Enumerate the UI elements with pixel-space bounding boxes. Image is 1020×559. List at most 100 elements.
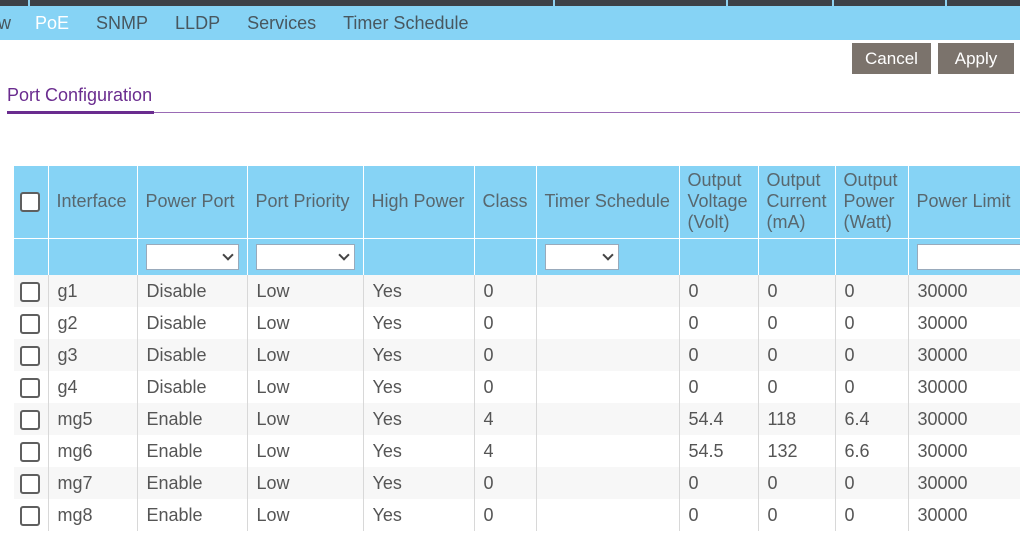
row-checkbox[interactable] — [20, 281, 40, 302]
header-high-power[interactable]: High Power — [363, 166, 475, 238]
row-checkbox[interactable] — [20, 345, 40, 366]
table-row[interactable]: mg8 Enable Low Yes 0 0 0 0 30000 — [14, 499, 1020, 531]
cell-high-power: Yes — [363, 307, 475, 339]
filter-cell — [908, 237, 1020, 275]
cell-timer-schedule — [536, 275, 680, 307]
filter-cell — [758, 237, 836, 275]
power-port-filter-select[interactable] — [145, 243, 239, 270]
port-config-table: Interface Power Port Port Priority High … — [14, 166, 1020, 531]
cell-output-current: 118 — [758, 403, 836, 435]
table-row[interactable]: g2 Disable Low Yes 0 0 0 0 30000 — [14, 307, 1020, 339]
cell-high-power: Yes — [363, 435, 475, 467]
cell-class: 0 — [474, 499, 537, 531]
nav-item-lldp[interactable]: LLDP — [175, 13, 220, 34]
cell-output-current: 132 — [758, 435, 836, 467]
cell-port-priority: Low — [247, 435, 364, 467]
row-select-cell — [14, 339, 49, 371]
cell-power-limit: 30000 — [908, 403, 1020, 435]
cell-power-port: Enable — [137, 403, 248, 435]
chevron-down-icon — [601, 249, 614, 261]
cell-power-limit: 30000 — [908, 435, 1020, 467]
table-row[interactable]: g1 Disable Low Yes 0 0 0 0 30000 — [14, 275, 1020, 307]
section-title: Port Configuration — [7, 85, 153, 105]
filter-cell — [679, 237, 759, 275]
row-select-cell — [14, 371, 49, 403]
cell-output-power: 0 — [835, 371, 909, 403]
timer-schedule-filter-select[interactable] — [544, 243, 619, 270]
cell-output-current: 0 — [758, 307, 836, 339]
cell-output-power: 0 — [835, 339, 909, 371]
cell-output-voltage: 0 — [679, 467, 759, 499]
nav-item-poe[interactable]: PoE — [35, 13, 69, 34]
cell-output-power: 0 — [835, 307, 909, 339]
header-output-power[interactable]: Output Power (Watt) — [835, 166, 909, 238]
cell-high-power: Yes — [363, 403, 475, 435]
header-output-voltage[interactable]: Output Voltage (Volt) — [679, 166, 759, 238]
cell-high-power: Yes — [363, 275, 475, 307]
filter-cell — [137, 237, 248, 275]
nav-item-snmp[interactable]: SNMP — [96, 13, 148, 34]
cell-power-port: Enable — [137, 435, 248, 467]
row-select-cell — [14, 435, 49, 467]
filter-row — [14, 237, 1020, 275]
cell-port-priority: Low — [247, 275, 364, 307]
row-checkbox[interactable] — [20, 409, 40, 430]
filter-cell — [14, 237, 49, 275]
header-power-port[interactable]: Power Port — [137, 166, 248, 238]
cell-output-power: 6.4 — [835, 403, 909, 435]
cell-interface: g3 — [48, 339, 138, 371]
apply-button[interactable]: Apply — [938, 43, 1014, 74]
table-row[interactable]: g4 Disable Low Yes 0 0 0 0 30000 — [14, 371, 1020, 403]
power-limit-filter-input[interactable] — [916, 243, 1020, 270]
cell-power-port: Enable — [137, 499, 248, 531]
table-row[interactable]: mg7 Enable Low Yes 0 0 0 0 30000 — [14, 467, 1020, 499]
cell-class: 0 — [474, 307, 537, 339]
cell-high-power: Yes — [363, 467, 475, 499]
table-row[interactable]: mg5 Enable Low Yes 4 54.4 118 6.4 30000 — [14, 403, 1020, 435]
cell-timer-schedule — [536, 499, 680, 531]
header-power-limit[interactable]: Power Limit — [908, 166, 1020, 238]
cell-interface: mg7 — [48, 467, 138, 499]
section-title-underline — [7, 111, 154, 114]
cell-output-power: 0 — [835, 467, 909, 499]
cell-output-voltage: 0 — [679, 275, 759, 307]
cell-power-port: Disable — [137, 275, 248, 307]
row-checkbox[interactable] — [20, 473, 40, 494]
row-checkbox[interactable] — [20, 313, 40, 334]
cell-output-power: 6.6 — [835, 435, 909, 467]
row-checkbox[interactable] — [20, 505, 40, 526]
cell-class: 0 — [474, 275, 537, 307]
nav-item-partial[interactable]: w — [0, 13, 11, 34]
select-all-header — [14, 166, 49, 238]
row-checkbox[interactable] — [20, 441, 40, 462]
header-class[interactable]: Class — [474, 166, 537, 238]
header-interface[interactable]: Interface — [48, 166, 138, 238]
cell-port-priority: Low — [247, 403, 364, 435]
cancel-button[interactable]: Cancel — [852, 43, 931, 74]
cell-port-priority: Low — [247, 339, 364, 371]
table-row[interactable]: g3 Disable Low Yes 0 0 0 0 30000 — [14, 339, 1020, 371]
cell-power-limit: 30000 — [908, 371, 1020, 403]
port-priority-filter-select[interactable] — [255, 243, 355, 270]
table-row[interactable]: mg6 Enable Low Yes 4 54.5 132 6.6 30000 — [14, 435, 1020, 467]
cell-power-port: Disable — [137, 371, 248, 403]
header-timer-schedule[interactable]: Timer Schedule — [536, 166, 680, 238]
cell-output-voltage: 0 — [679, 339, 759, 371]
cell-class: 0 — [474, 371, 537, 403]
header-output-current[interactable]: Output Current (mA) — [758, 166, 836, 238]
table-body: g1 Disable Low Yes 0 0 0 0 30000 g2 Disable Low Yes 0… — [14, 275, 1020, 531]
cell-output-current: 0 — [758, 467, 836, 499]
cell-high-power: Yes — [363, 499, 475, 531]
cell-timer-schedule — [536, 435, 680, 467]
nav-item-services[interactable]: Services — [247, 13, 316, 34]
nav-item-timer-schedule[interactable]: Timer Schedule — [343, 13, 468, 34]
section-divider — [7, 112, 1020, 113]
cell-port-priority: Low — [247, 307, 364, 339]
select-all-checkbox[interactable] — [20, 192, 40, 213]
cell-output-power: 0 — [835, 275, 909, 307]
cell-power-limit: 30000 — [908, 339, 1020, 371]
cell-output-current: 0 — [758, 499, 836, 531]
cell-output-current: 0 — [758, 275, 836, 307]
row-checkbox[interactable] — [20, 377, 40, 398]
header-port-priority[interactable]: Port Priority — [247, 166, 364, 238]
